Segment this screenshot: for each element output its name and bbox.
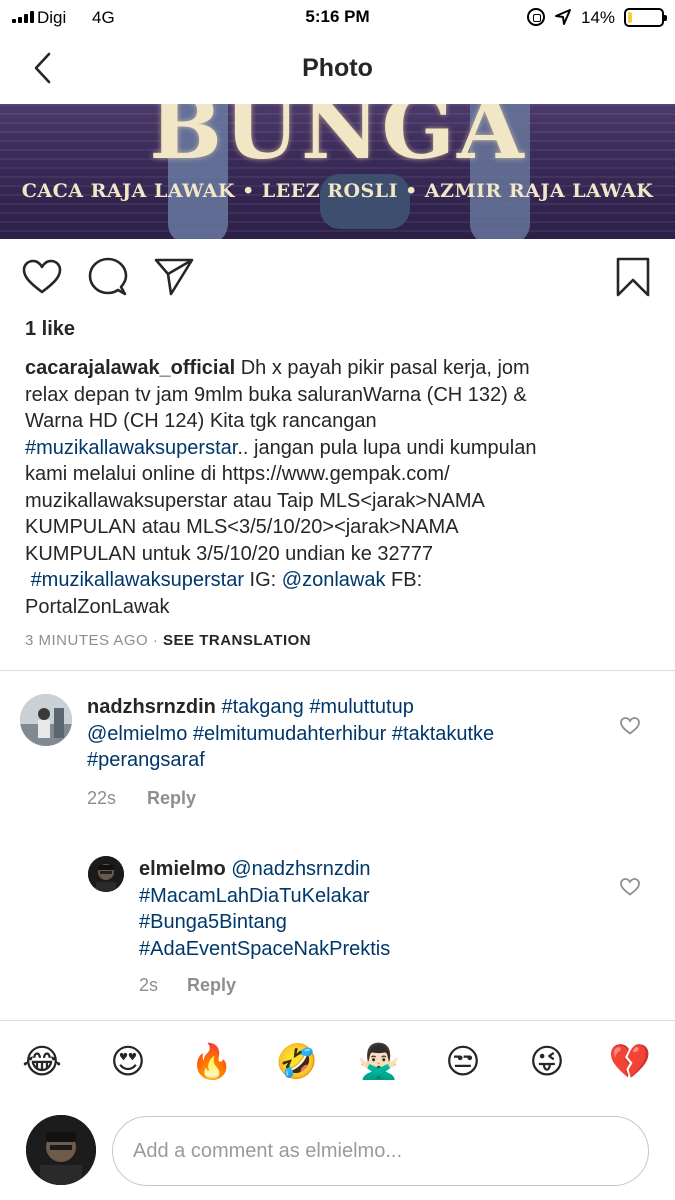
like-button[interactable] <box>20 255 64 299</box>
caption-text: relax depan tv jam 9mlm buka saluranWarn… <box>25 383 527 406</box>
hashtag-link[interactable]: #muzikallawaksuperstar <box>31 569 244 591</box>
hashtag-link[interactable]: #taktakutke <box>392 723 494 745</box>
post-actions <box>0 255 675 303</box>
mention-link[interactable]: @zonlawak <box>282 569 386 591</box>
hashtag-link[interactable]: #takgang <box>221 696 303 718</box>
hashtag-link[interactable]: #muzikallawaksuperstar <box>25 437 237 459</box>
comment-like-button[interactable] <box>618 714 642 738</box>
battery-level-fill <box>628 12 632 23</box>
back-button[interactable] <box>22 46 62 90</box>
status-bar: Digi 4G 5:16 PM 14% <box>0 0 675 36</box>
caption-text: IG: <box>249 569 277 591</box>
reply-button[interactable]: Reply <box>187 975 236 996</box>
heart-icon <box>620 717 640 735</box>
avatar[interactable] <box>20 694 72 746</box>
reply-button[interactable]: Reply <box>147 788 196 809</box>
comment-username[interactable]: elmielmo <box>139 858 226 880</box>
caption-text: muzikallawaksuperstar atau Taip MLS<jara… <box>25 489 485 512</box>
caption-text: kami melalui online di https://www.gempa… <box>25 463 450 485</box>
post-image-credits: CACA RAJA LAWAK • LEEZ ROSLI • AZMIR RAJ… <box>21 180 654 202</box>
save-button[interactable] <box>611 255 655 299</box>
caption-text: KUMPULAN untuk 3/5/10/20 undian ke 32777 <box>25 542 434 565</box>
battery-icon <box>624 8 667 27</box>
emoji-fire-button[interactable]: 🔥 <box>190 1040 234 1084</box>
emoji-rofl-button[interactable]: 🤣 <box>275 1040 319 1084</box>
caption-text: FB: <box>391 569 423 591</box>
avatar[interactable] <box>88 856 124 892</box>
location-arrow-icon <box>554 8 572 31</box>
like-count[interactable]: 1 like <box>25 318 75 341</box>
caption-text: KUMPULAN atau MLS<3/5/10/20><jarak>NAMA <box>25 516 459 538</box>
hashtag-link[interactable]: #Bunga5Bintang <box>139 911 287 933</box>
paper-plane-icon <box>154 258 194 296</box>
divider <box>0 670 675 671</box>
post-image-title: BUNGA <box>149 104 526 179</box>
comment-like-button[interactable] <box>618 875 642 899</box>
post-meta: 3 MINUTES AGO · SEE TRANSLATION <box>25 632 311 649</box>
comment-bubble-icon <box>88 257 128 296</box>
comment-time: 22s <box>87 788 117 808</box>
hashtag-link[interactable]: #MacamLahDiaTuKelakar <box>139 885 369 907</box>
status-time: 5:16 PM <box>305 7 370 26</box>
hashtag-link[interactable]: #AdaEventSpaceNakPrektis <box>139 938 390 960</box>
bookmark-icon <box>616 257 650 297</box>
post-image[interactable]: BUNGA CACA RAJA LAWAK • LEEZ ROSLI • AZM… <box>0 104 675 239</box>
share-button[interactable] <box>152 255 196 299</box>
mention-link[interactable]: @elmielmo <box>87 723 187 745</box>
hashtag-link[interactable]: #perangsaraf <box>87 749 205 771</box>
comment-reply-item: elmielmo @nadzhsrnzdin #MacamLahDiaTuKel… <box>0 853 675 1003</box>
comment-item: nadzhsrnzdin #takgang #muluttutup @elmie… <box>0 690 675 820</box>
heart-icon <box>22 259 62 294</box>
caption-text: Dh x payah pikir pasal kerja, jom <box>240 357 530 379</box>
mention-link[interactable]: @nadzhsrnzdin <box>231 858 370 880</box>
emoji-no-gesture-button[interactable]: 🙅🏻‍♂️ <box>357 1040 401 1084</box>
comment-composer <box>0 1110 675 1190</box>
rotation-lock-icon <box>527 8 545 26</box>
emoji-broken-heart-button[interactable]: 💔 <box>608 1040 652 1084</box>
hashtag-link[interactable]: #elmitumudahterhibur <box>193 723 386 745</box>
emoji-heart-eyes-button[interactable]: 😍 <box>106 1040 150 1084</box>
nav-header: Photo <box>0 36 675 104</box>
emoji-unamused-button[interactable]: 😒 <box>441 1040 485 1084</box>
hashtag-link[interactable]: #muluttutup <box>309 696 414 718</box>
emoji-tears-of-joy-button[interactable]: 😂 <box>20 1040 64 1084</box>
meta-separator: · <box>152 632 159 649</box>
caption-text: Warna HD (CH 124) Kita tgk rancangan <box>25 410 377 432</box>
heart-icon <box>620 878 640 896</box>
caption-text: PortalZonLawak <box>25 595 170 618</box>
post-caption: cacarajalawak_official Dh x payah pikir … <box>25 355 655 620</box>
emoji-winking-tongue-button[interactable]: 😜 <box>525 1040 569 1084</box>
chevron-left-icon <box>34 52 51 84</box>
page-title: Photo <box>302 54 373 82</box>
comment-button[interactable] <box>86 255 130 299</box>
caption-username[interactable]: cacarajalawak_official <box>25 357 235 379</box>
comment-input[interactable] <box>112 1116 649 1186</box>
comment-time: 2s <box>139 975 159 995</box>
comment-username[interactable]: nadzhsrnzdin <box>87 696 216 718</box>
avatar <box>26 1115 96 1185</box>
divider <box>0 1020 675 1021</box>
see-translation-link[interactable]: SEE TRANSLATION <box>163 632 311 649</box>
post-timestamp: 3 MINUTES AGO <box>25 632 149 649</box>
emoji-quick-bar: 😂 😍 🔥 🤣 🙅🏻‍♂️ 😒 😜 💔 <box>0 1040 675 1096</box>
battery-percent: 14% <box>581 8 616 27</box>
caption-text: .. jangan pula lupa undi kumpulan <box>237 436 537 459</box>
